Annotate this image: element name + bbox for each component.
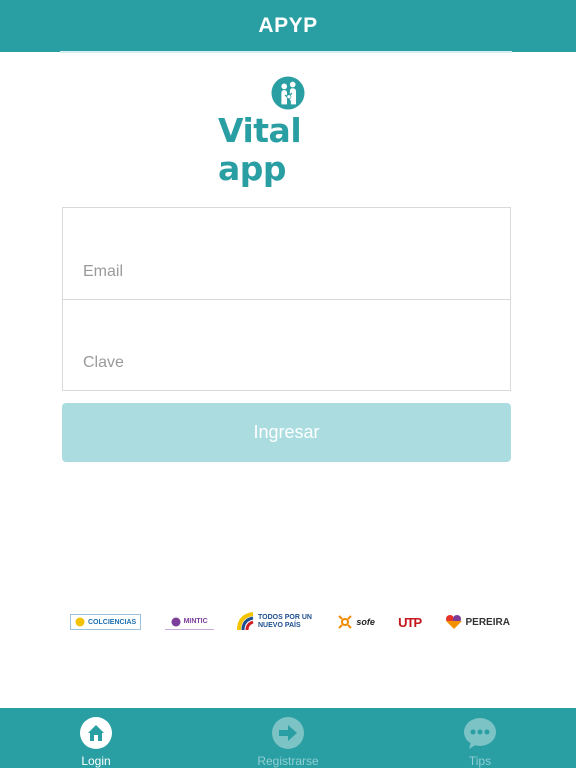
login-form: [62, 207, 511, 391]
mintic-icon: [171, 617, 181, 626]
sponsor-name: UTP: [398, 614, 422, 630]
colciencias-icon: [75, 617, 85, 627]
arrow-right-icon: [272, 717, 304, 749]
password-field-container: [63, 299, 510, 390]
sponsor-sofe: sofe: [337, 614, 375, 630]
tab-login[interactable]: Login: [0, 708, 192, 768]
login-button[interactable]: Ingresar: [62, 403, 511, 462]
chat-bubble-icon: [464, 718, 496, 749]
tab-registrarse[interactable]: Registrarse: [192, 708, 384, 768]
sponsor-name: PEREIRA: [465, 616, 510, 628]
sponsor-name: TODOS POR UN NUEVO PAÍS: [258, 614, 312, 629]
app-logo: Vital app: [218, 76, 358, 188]
home-icon: [80, 717, 112, 749]
tab-tips[interactable]: Tips: [384, 708, 576, 768]
sofe-icon: [338, 615, 353, 629]
bottom-tab-bar: Login Registrarse Tips: [0, 708, 576, 768]
app-header: APYP: [0, 0, 576, 52]
family-heart-icon: [271, 76, 305, 110]
password-input[interactable]: [83, 354, 510, 372]
email-input[interactable]: [83, 263, 510, 281]
email-field-container: [63, 208, 510, 299]
sponsor-utp: UTP: [398, 614, 422, 630]
tab-label: Tips: [468, 754, 492, 768]
sponsor-nuevo-pais: TODOS POR UN NUEVO PAÍS: [237, 612, 314, 632]
colombia-flag-icon: [237, 612, 254, 631]
heart-icon: [445, 615, 462, 629]
sponsor-colciencias: COLCIENCIAS: [70, 614, 142, 630]
sponsor-name: MINTIC: [183, 618, 208, 625]
logo-text: Vital app: [218, 111, 302, 188]
header-divider: [60, 51, 512, 53]
app-title: APYP: [258, 14, 318, 37]
sponsor-mintic: MINTIC: [164, 615, 214, 630]
tab-label: Registrarse: [257, 754, 319, 768]
sponsor-name: sofe: [356, 617, 375, 627]
sponsor-logos: COLCIENCIAS MINTIC TODOS POR UN NUEVO PA…: [70, 602, 510, 642]
tab-label: Login: [81, 754, 111, 768]
sponsor-name: COLCIENCIAS: [88, 618, 137, 626]
sponsor-pereira: PEREIRA: [445, 614, 510, 630]
